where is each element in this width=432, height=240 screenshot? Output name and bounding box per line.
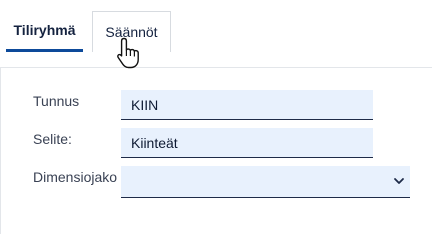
selite-field[interactable]: Kiinteät [121, 128, 373, 158]
dimensiojako-label: Dimensiojako [33, 169, 118, 185]
tab-saannot[interactable]: Säännöt [92, 11, 171, 52]
form-divider [0, 68, 1, 234]
tunnus-field[interactable]: KIIN [121, 90, 373, 120]
tab-bar: Tiliryhmä Säännöt [0, 0, 432, 68]
dimensiojako-select[interactable] [121, 166, 410, 198]
account-group-editor: Tiliryhmä Säännöt Tunnus KIIN Selite: Ki… [0, 0, 432, 234]
selite-label: Selite: [33, 131, 72, 147]
chevron-down-icon [394, 178, 404, 184]
tab-tiliryhma[interactable]: Tiliryhmä [6, 10, 83, 52]
tunnus-label: Tunnus [33, 93, 80, 109]
